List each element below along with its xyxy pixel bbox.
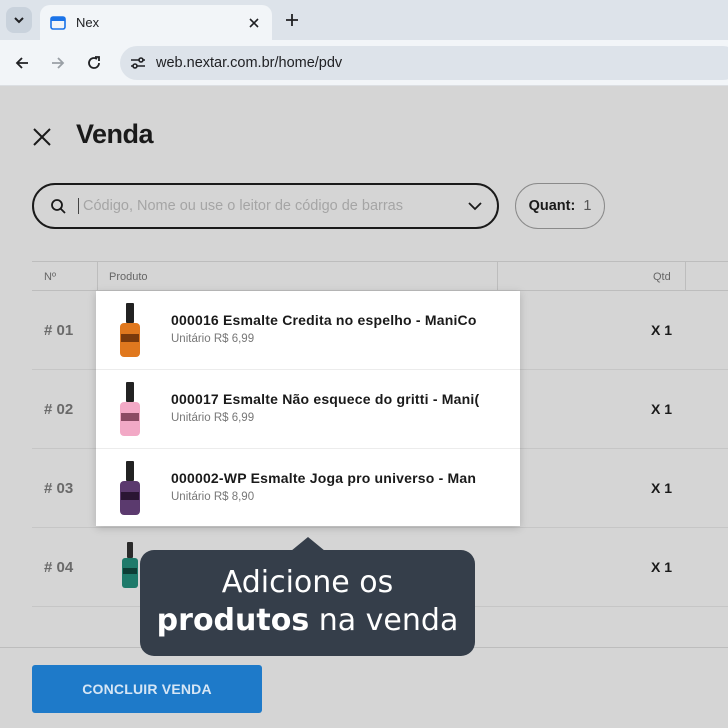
site-info-icon[interactable]: [130, 56, 146, 70]
row-number: # 01: [44, 322, 74, 339]
header-num: Nº: [44, 271, 56, 283]
nail-polish-icon: [122, 542, 138, 588]
forward-arrow-icon: [52, 57, 65, 69]
quantity-label: Quant:: [528, 198, 576, 214]
browser-tab-bar: Nex: [0, 0, 728, 40]
tab-search-button[interactable]: [6, 7, 32, 33]
row-number: # 04: [44, 559, 74, 576]
close-icon: [249, 17, 259, 28]
column-divider: [497, 262, 498, 291]
row-quantity: X 1: [651, 480, 673, 496]
reload-button[interactable]: [83, 52, 105, 74]
column-divider: [97, 262, 98, 291]
tab-close-button[interactable]: [246, 15, 262, 31]
row-quantity: X 1: [651, 322, 673, 338]
address-bar[interactable]: web.nextar.com.br/home/pdv: [120, 46, 728, 80]
tooltip-line2-rest: na venda: [309, 603, 459, 638]
close-icon[interactable]: [30, 125, 54, 149]
product-price: Unitário R$ 8,90: [171, 491, 255, 503]
forward-button[interactable]: [47, 52, 69, 74]
header-qtd: Qtd: [653, 271, 671, 283]
browser-tab[interactable]: Nex: [40, 5, 272, 40]
tooltip-arrow: [291, 537, 325, 551]
tutorial-tooltip: Adicione os produtos na venda: [140, 550, 475, 656]
product-search-input[interactable]: [78, 198, 467, 214]
tab-favicon-icon: [50, 15, 66, 30]
search-icon: [51, 199, 66, 214]
tooltip-line2: produtos na venda: [140, 601, 475, 641]
tooltip-line1: Adicione os: [221, 565, 394, 600]
row-quantity: X 1: [651, 559, 673, 575]
back-button[interactable]: [11, 52, 33, 74]
back-arrow-icon: [15, 57, 28, 69]
product-search-results: 000016 Esmalte Credita no espelho - Mani…: [96, 291, 520, 526]
nail-polish-icon: [120, 382, 140, 436]
product-name: 000002-WP Esmalte Joga pro universo - Ma…: [171, 470, 477, 486]
row-number: # 02: [44, 401, 74, 418]
nail-polish-icon: [120, 461, 140, 515]
tab-title: Nex: [76, 15, 100, 30]
url-text: web.nextar.com.br/home/pdv: [156, 55, 343, 71]
header-produto: Produto: [109, 271, 148, 283]
product-search-box[interactable]: [32, 183, 499, 229]
page-title: Venda: [76, 119, 154, 149]
product-price: Unitário R$ 6,99: [171, 333, 255, 345]
product-name: 000017 Esmalte Não esquece do gritti - M…: [171, 391, 480, 407]
product-name: 000016 Esmalte Credita no espelho - Mani…: [171, 312, 477, 328]
concluir-venda-button[interactable]: CONCLUIR VENDA: [32, 665, 262, 713]
reload-icon: [88, 56, 100, 69]
product-price: Unitário R$ 6,99: [171, 412, 255, 424]
browser-toolbar: web.nextar.com.br/home/pdv: [0, 40, 728, 86]
plus-icon: [286, 14, 298, 26]
page-footer: CONCLUIR VENDA: [0, 647, 728, 728]
quantity-field[interactable]: Quant: 1: [515, 183, 605, 229]
table-header: Nº Produto Qtd: [32, 261, 728, 291]
tooltip-bold-word: produtos: [156, 603, 310, 638]
list-item[interactable]: 000002-WP Esmalte Joga pro universo - Ma…: [96, 449, 520, 528]
list-item[interactable]: 000017 Esmalte Não esquece do gritti - M…: [96, 370, 520, 449]
chevron-down-icon[interactable]: [467, 198, 483, 214]
quantity-value: 1: [583, 198, 592, 214]
nail-polish-icon: [120, 303, 140, 357]
row-number: # 03: [44, 480, 74, 497]
row-quantity: X 1: [651, 401, 673, 417]
new-tab-button[interactable]: [282, 10, 302, 30]
column-divider: [685, 262, 686, 291]
list-item[interactable]: 000016 Esmalte Credita no espelho - Mani…: [96, 291, 520, 370]
chevron-down-icon: [14, 17, 24, 24]
